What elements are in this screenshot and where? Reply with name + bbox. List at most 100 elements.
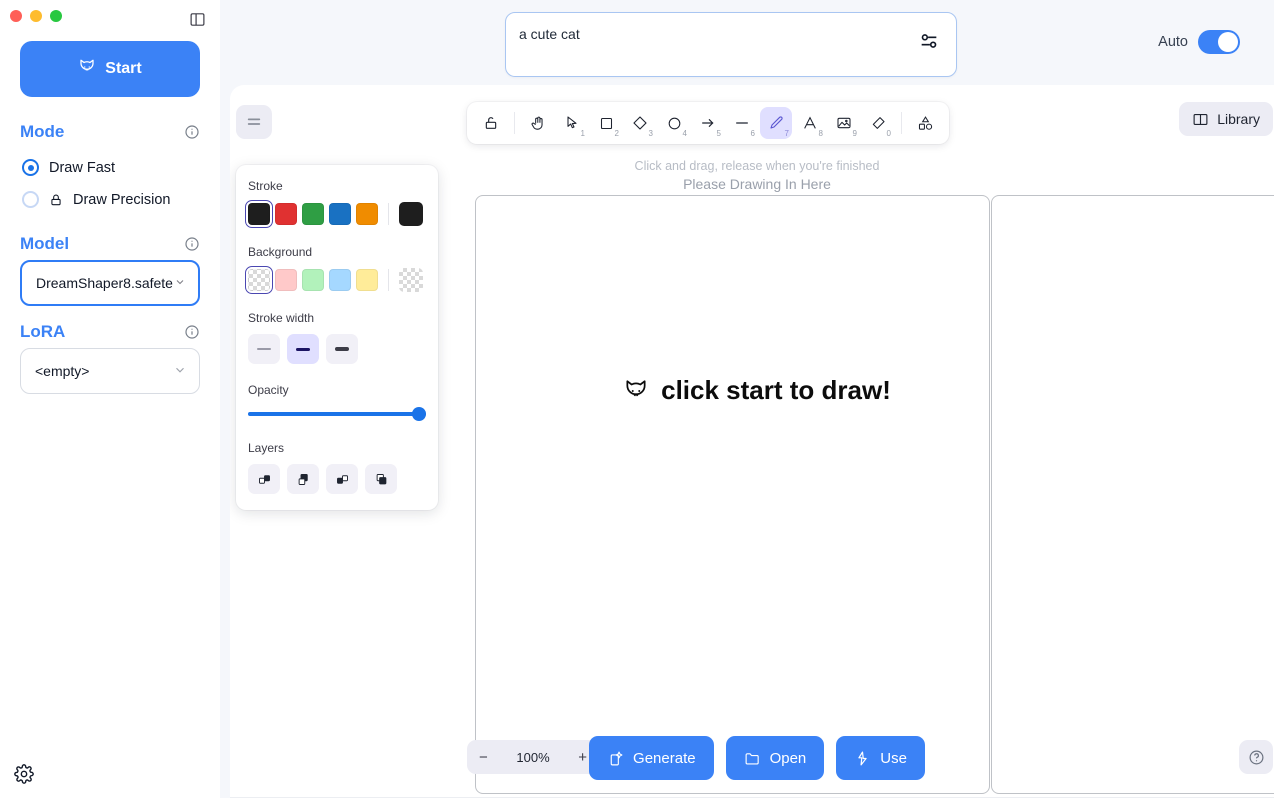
send-to-back-icon[interactable]: [248, 464, 280, 494]
tool-shortcut: 3: [648, 129, 653, 138]
lora-select-value: <empty>: [35, 363, 90, 379]
opacity-slider[interactable]: [248, 406, 426, 422]
stroke-label: Stroke: [248, 179, 283, 193]
toolbar-separator: [901, 112, 902, 134]
diamond-tool[interactable]: 3: [624, 107, 656, 139]
bring-forward-icon[interactable]: [326, 464, 358, 494]
rectangle-tool[interactable]: 2: [590, 107, 622, 139]
eraser-tool[interactable]: 0: [862, 107, 894, 139]
layers-label: Layers: [248, 441, 285, 455]
stroke-swatch-black[interactable]: [245, 200, 273, 228]
sidebar: Start Mode Draw Fast Draw Precision Mode…: [0, 0, 220, 798]
stroke-current-color[interactable]: [399, 202, 423, 226]
layer-buttons: [248, 464, 426, 494]
gear-icon[interactable]: [14, 764, 36, 786]
drawing-frame-left[interactable]: [475, 195, 990, 794]
prompt-container: a cute cat: [505, 12, 957, 77]
background-swatch-pink[interactable]: [275, 269, 297, 291]
sliders-icon[interactable]: [918, 30, 940, 52]
window-traffic-lights: [10, 10, 62, 22]
use-button[interactable]: Use: [836, 736, 925, 780]
tool-shortcut: 0: [886, 129, 891, 138]
open-button[interactable]: Open: [725, 736, 825, 780]
sidebar-toggle-icon[interactable]: [186, 8, 208, 30]
tools-toolbar: 1 2 3 4 5 6 7 8 9 0: [467, 102, 949, 144]
shapes-tool[interactable]: [909, 107, 941, 139]
swatch-separator: [388, 203, 389, 225]
app-root: Start Mode Draw Fast Draw Precision Mode…: [0, 0, 1274, 798]
background-swatch-yellow[interactable]: [356, 269, 378, 291]
help-icon[interactable]: [1239, 740, 1273, 774]
library-button[interactable]: Library: [1179, 102, 1273, 136]
bring-to-front-icon[interactable]: [365, 464, 397, 494]
mode-option-draw-fast[interactable]: Draw Fast: [22, 159, 115, 176]
hamburger-menu-icon[interactable]: [236, 105, 272, 139]
toolbar-separator: [514, 112, 515, 134]
auto-toggle-group: Auto: [1158, 30, 1240, 54]
generate-icon: [607, 750, 624, 767]
toggle-knob: [1218, 32, 1238, 52]
mode-option-draw-precision[interactable]: Draw Precision: [22, 191, 171, 208]
background-swatches: [245, 266, 426, 294]
zoom-in-button[interactable]: +: [578, 750, 587, 765]
properties-panel: Stroke Background Stroke width Opacity L…: [236, 165, 438, 510]
draw-tool[interactable]: 7: [760, 107, 792, 139]
book-icon: [1192, 111, 1209, 128]
tool-shortcut: 2: [614, 129, 619, 138]
select-tool[interactable]: 1: [556, 107, 588, 139]
folder-icon: [744, 750, 761, 767]
line-tool[interactable]: 6: [726, 107, 758, 139]
background-swatch-blue[interactable]: [329, 269, 351, 291]
main-area: a cute cat Auto 1 2 3 4 5 6 7 8 9 0 Libr…: [220, 0, 1274, 798]
generate-button-label: Generate: [633, 749, 696, 767]
stroke-swatch-orange[interactable]: [356, 203, 378, 225]
background-swatch-green[interactable]: [302, 269, 324, 291]
image-tool[interactable]: 9: [828, 107, 860, 139]
radio-draw-precision[interactable]: [22, 191, 39, 208]
drawing-frame-right[interactable]: [991, 195, 1274, 794]
stroke-swatch-blue[interactable]: [329, 203, 351, 225]
canvas-card: 1 2 3 4 5 6 7 8 9 0 Library Click and dr…: [230, 85, 1274, 798]
arrow-tool[interactable]: 5: [692, 107, 724, 139]
stroke-width-thin[interactable]: [248, 334, 280, 364]
start-button[interactable]: Start: [20, 41, 200, 97]
generate-button[interactable]: Generate: [589, 736, 714, 780]
model-section-header: Model: [20, 234, 200, 254]
ellipse-tool[interactable]: 4: [658, 107, 690, 139]
mode-option-label: Draw Precision: [73, 191, 171, 208]
opacity-slider-thumb[interactable]: [412, 407, 426, 421]
info-icon[interactable]: [184, 236, 200, 252]
info-icon[interactable]: [184, 324, 200, 340]
auto-toggle[interactable]: [1198, 30, 1240, 54]
lora-select[interactable]: <empty>: [20, 348, 200, 394]
prompt-input[interactable]: a cute cat: [505, 12, 957, 77]
cat-icon: [78, 58, 96, 81]
info-icon[interactable]: [184, 124, 200, 140]
send-backward-icon[interactable]: [287, 464, 319, 494]
stroke-width-bold[interactable]: [287, 334, 319, 364]
chevron-down-icon: [174, 275, 186, 291]
lock-icon: [49, 193, 63, 207]
background-swatch-transparent[interactable]: [245, 266, 273, 294]
lock-tool[interactable]: [475, 107, 507, 139]
window-close-button[interactable]: [10, 10, 22, 22]
stroke-swatch-green[interactable]: [302, 203, 324, 225]
tool-shortcut: 5: [716, 129, 721, 138]
lora-section-header: LoRA: [20, 322, 200, 342]
background-current-color[interactable]: [399, 268, 423, 292]
radio-draw-fast[interactable]: [22, 159, 39, 176]
stroke-width-label: Stroke width: [248, 311, 315, 325]
zoom-out-button[interactable]: −: [479, 750, 488, 765]
stroke-width-extra-bold[interactable]: [326, 334, 358, 364]
model-select[interactable]: DreamShaper8.safete: [20, 260, 200, 306]
opacity-label: Opacity: [248, 383, 289, 397]
open-button-label: Open: [769, 749, 807, 767]
zoom-level: 100%: [516, 749, 550, 765]
window-maximize-button[interactable]: [50, 10, 62, 22]
stroke-swatch-red[interactable]: [275, 203, 297, 225]
window-minimize-button[interactable]: [30, 10, 42, 22]
hand-tool[interactable]: [522, 107, 554, 139]
swatch-separator: [388, 269, 389, 291]
use-button-label: Use: [880, 749, 907, 767]
text-tool[interactable]: 8: [794, 107, 826, 139]
